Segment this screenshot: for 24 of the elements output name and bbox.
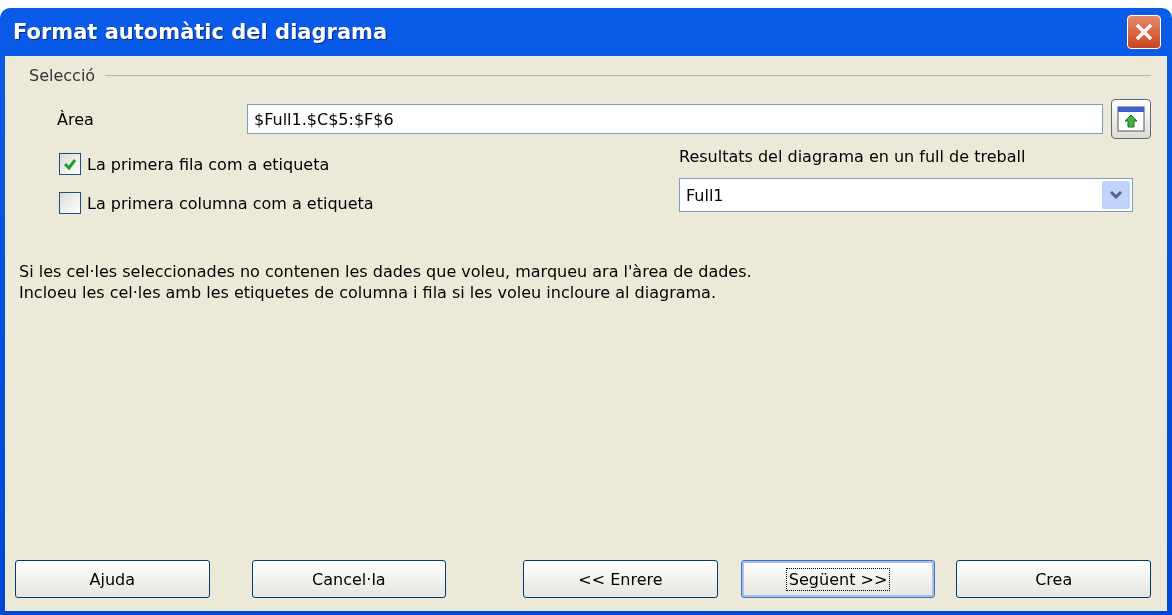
dropdown-button[interactable] xyxy=(1102,181,1130,209)
info-text: Incloeu les cel·les amb les etiquetes de columna i fila si les voleu incloure al diagrama. xyxy=(19,283,717,302)
dialog-button[interactable]: Ajuda xyxy=(15,560,210,598)
sheet-dropdown[interactable]: Full1 xyxy=(679,178,1133,212)
checkbox-label: La primera fila com a etiqueta xyxy=(87,154,330,174)
shrink-button[interactable] xyxy=(1111,99,1151,139)
dialog-button[interactable]: << Enrere xyxy=(523,560,718,598)
dropdown-value: Full1 xyxy=(686,185,724,205)
info-text: Si les cel·les seleccionades no contenen les dades que voleu, marqueu ara l'àrea de dades. xyxy=(19,262,753,281)
checkbox[interactable] xyxy=(59,153,81,175)
close-button[interactable] xyxy=(1127,15,1161,49)
area-input-field[interactable]: $Full1.$C$5:$F$6 xyxy=(247,104,1103,134)
dialog-button[interactable]: Cancel·la xyxy=(251,560,447,598)
chevron-down-icon xyxy=(1109,190,1123,200)
area-label: Àrea xyxy=(57,109,95,129)
close-icon xyxy=(1134,22,1154,42)
window-title: Format automàtic del diagrama xyxy=(13,20,388,44)
dialog-button[interactable]: Crea xyxy=(956,560,1151,598)
section-title: Selecció xyxy=(29,66,96,85)
checkbox-label: La primera columna com a etiqueta xyxy=(87,193,374,213)
checkbox[interactable] xyxy=(59,192,81,214)
checkmark-icon xyxy=(63,157,77,171)
dialog-button[interactable]: Següent >> xyxy=(740,560,936,598)
field-label: Resultats del diagrama en un full de treball xyxy=(679,147,1027,166)
